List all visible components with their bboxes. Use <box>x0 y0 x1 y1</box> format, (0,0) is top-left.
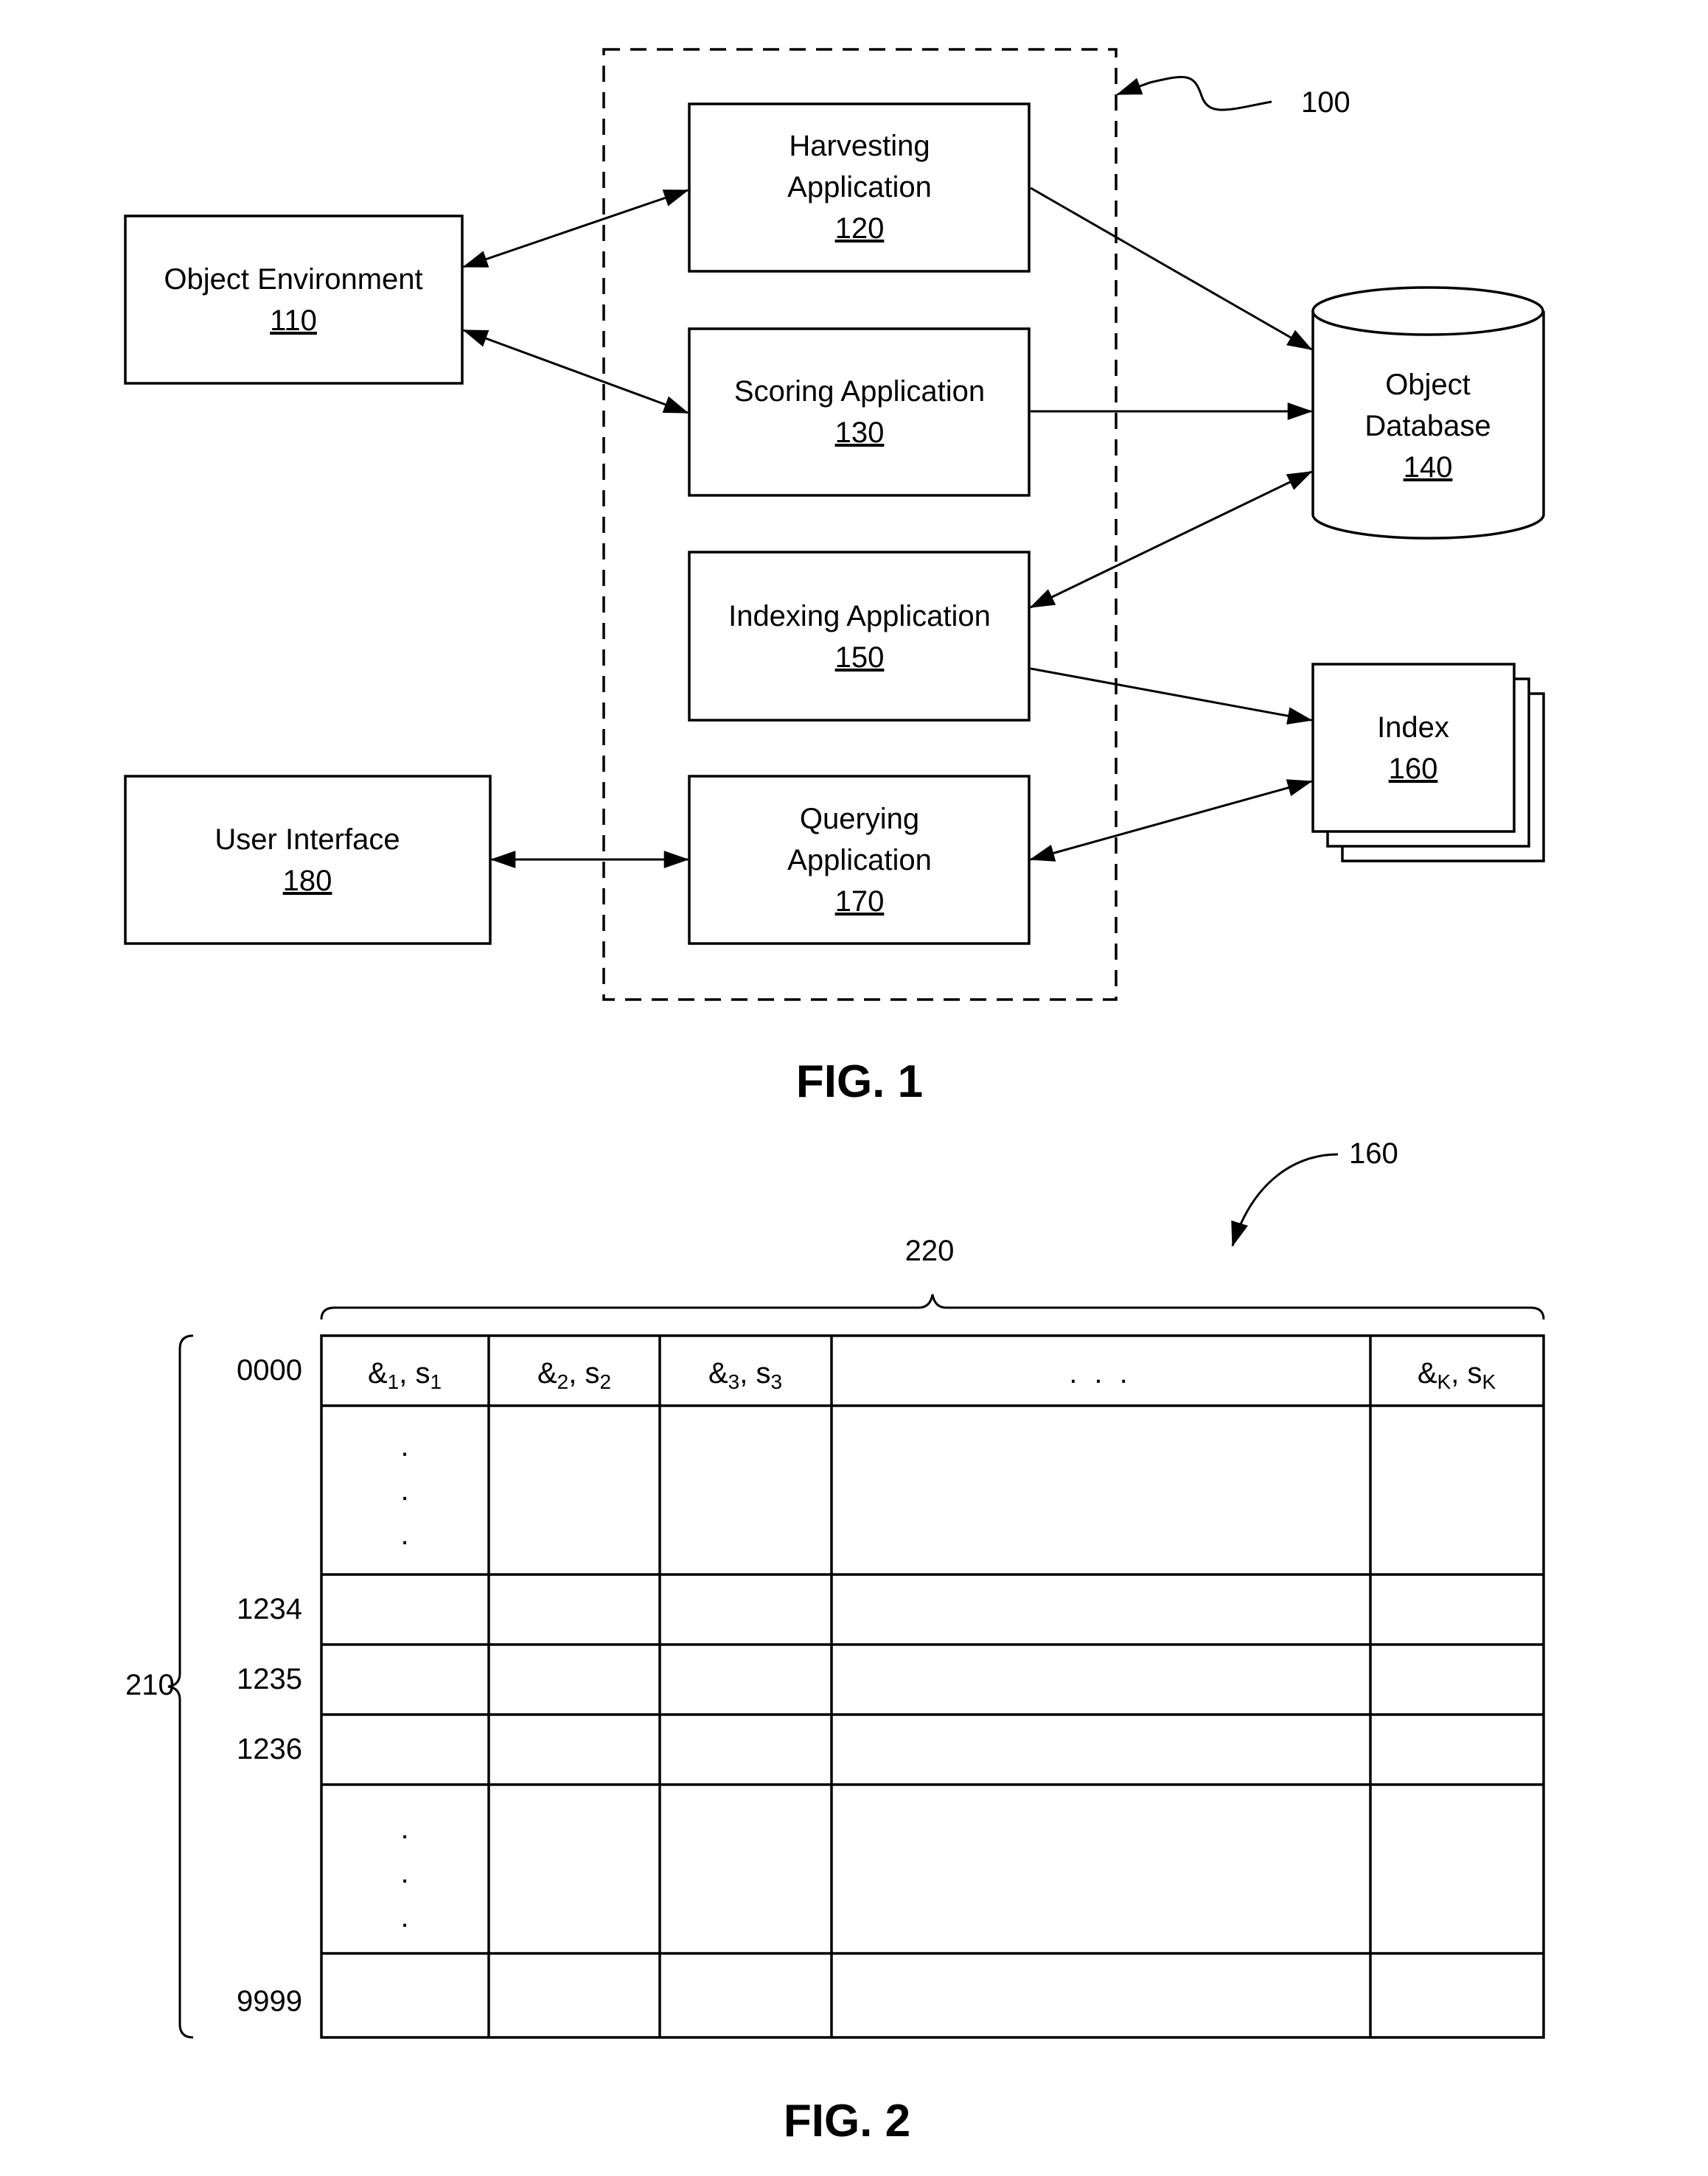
node-scoring-application[interactable]: Scoring Application 130 <box>688 327 1031 497</box>
header-cell: &2, s2 <box>537 1357 611 1393</box>
node-ref: 120 <box>835 212 885 245</box>
row-label: 1236 <box>237 1733 302 1765</box>
system-ref-label: 100 <box>1301 86 1350 119</box>
vertical-ellipsis-dot: . <box>400 1857 408 1889</box>
node-title-line1: Harvesting <box>789 130 930 162</box>
node-title-line2: Database <box>1364 410 1491 442</box>
node-ref: 160 <box>1389 753 1438 785</box>
table-border <box>320 1334 1545 2039</box>
node-user-interface[interactable]: User Interface 180 <box>124 775 492 945</box>
row-label: 0000 <box>237 1354 302 1387</box>
node-title-line1: Querying <box>800 803 919 835</box>
node-object-environment[interactable]: Object Environment 110 <box>124 215 464 385</box>
columns-ref-label: 220 <box>905 1235 955 1267</box>
edge-environment-scoring <box>462 329 689 414</box>
node-ref: 130 <box>835 416 885 449</box>
table-ref-arrow <box>1231 1153 1339 1247</box>
node-ref: 110 <box>270 304 317 337</box>
node-title-line2: Application <box>787 171 932 203</box>
edge-harvesting-database <box>1030 186 1313 351</box>
node-title-line1: Object <box>1385 369 1471 401</box>
node-ref: 150 <box>835 641 885 674</box>
node-indexing-application[interactable]: Indexing Application 150 <box>688 551 1031 722</box>
node-title: Index <box>1377 711 1449 744</box>
database-cylinder-top <box>1311 286 1544 336</box>
edge-index-querying <box>1029 779 1313 862</box>
vertical-ellipsis-dot: . <box>400 1813 408 1845</box>
fig1-caption: FIG. 1 <box>796 1056 923 1107</box>
node-title: Scoring Application <box>734 375 985 408</box>
edge-database-indexing <box>1029 470 1313 609</box>
fig2-diagram: 160 220 210 &1, s1 &2, s2 &3, s3 . . . &… <box>125 1137 1545 2147</box>
node-ref: 180 <box>283 865 332 897</box>
table-ref-label: 160 <box>1349 1137 1398 1170</box>
node-index[interactable]: Index 160 <box>1311 663 1545 862</box>
node-querying-application[interactable]: Querying Application 170 <box>688 775 1031 945</box>
header-cell: &K, sK <box>1418 1357 1496 1393</box>
patent-figures: 100 Object Environment 110 Harvesting Ap… <box>124 48 1545 2147</box>
row-label: 9999 <box>237 1985 302 2018</box>
fig2-caption: FIG. 2 <box>784 2096 910 2147</box>
header-cell: &1, s1 <box>368 1357 442 1393</box>
node-ref: 170 <box>835 885 885 918</box>
node-title: User Interface <box>215 823 400 856</box>
header-ellipsis: . . . <box>1069 1357 1132 1389</box>
vertical-ellipsis-dot: . <box>400 1518 408 1551</box>
node-harvesting-application[interactable]: Harvesting Application 120 <box>688 102 1031 273</box>
vertical-ellipsis-dot: . <box>400 1474 408 1507</box>
fig1-diagram: 100 Object Environment 110 Harvesting Ap… <box>124 48 1545 1107</box>
row-label: 1234 <box>237 1593 302 1625</box>
node-title-line2: Application <box>787 844 932 876</box>
vertical-ellipsis-dot: . <box>400 1901 408 1933</box>
edge-environment-harvesting <box>462 189 689 268</box>
edge-indexing-index <box>1030 667 1313 725</box>
rows-ref-label: 210 <box>125 1669 175 1701</box>
system-ref-arrow <box>1116 76 1272 111</box>
header-cell: &3, s3 <box>708 1357 782 1393</box>
node-title: Object Environment <box>164 263 422 296</box>
columns-brace <box>320 1294 1545 1320</box>
rows-brace <box>167 1334 194 2039</box>
index-page-front <box>1311 663 1516 833</box>
node-object-database[interactable]: Object Database 140 <box>1311 286 1545 540</box>
node-title: Indexing Application <box>728 600 991 632</box>
node-ref: 140 <box>1404 451 1453 484</box>
vertical-ellipsis-dot: . <box>400 1430 408 1462</box>
index-table: &1, s1 &2, s2 &3, s3 . . . &K, sK . . . … <box>320 1334 1545 2039</box>
row-label: 1235 <box>237 1663 302 1695</box>
